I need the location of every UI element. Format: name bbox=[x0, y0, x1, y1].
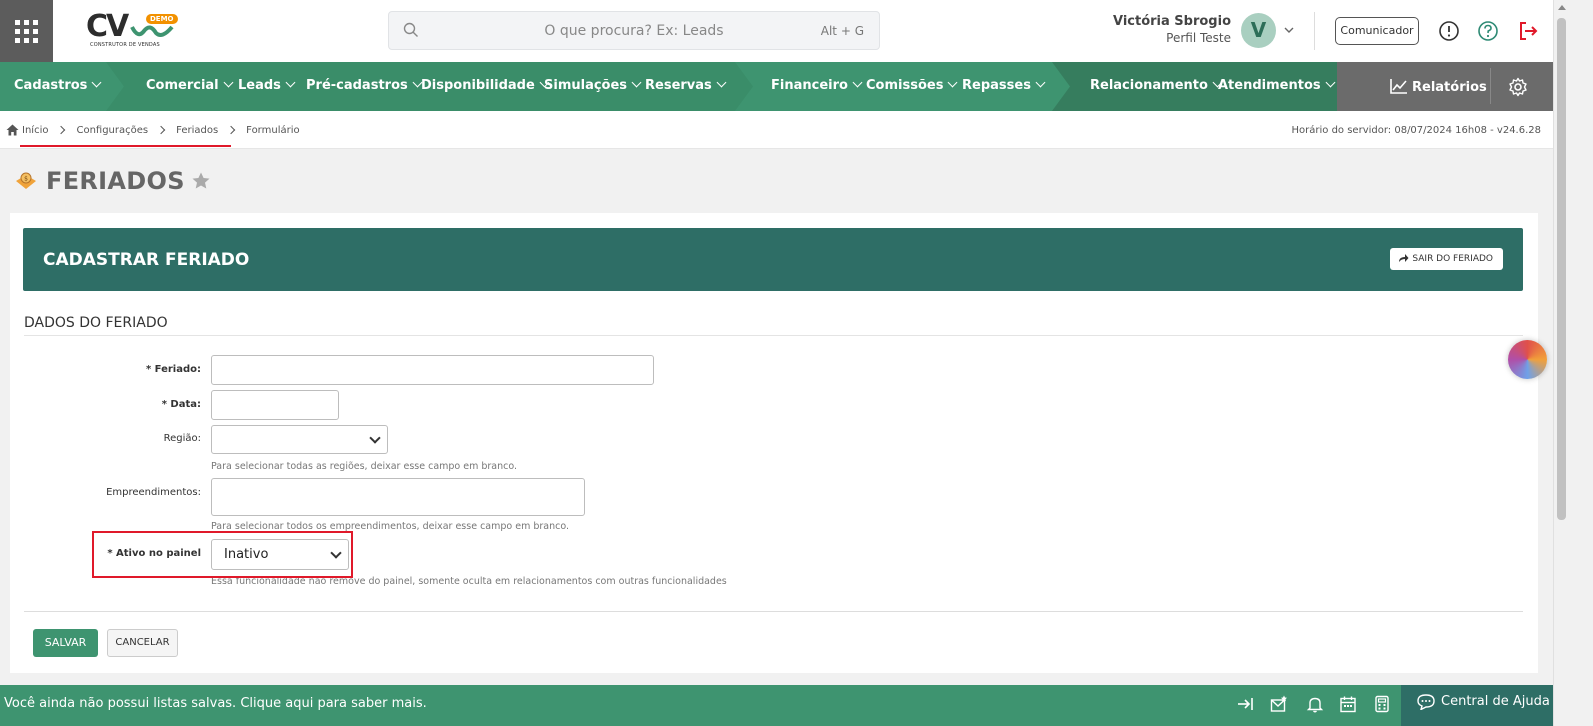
cancel-button[interactable]: CANCELAR bbox=[107, 629, 178, 657]
nav-item-reservas[interactable]: Reservas bbox=[645, 77, 727, 93]
nav-label: Comercial bbox=[146, 78, 219, 93]
regiao-select[interactable] bbox=[211, 425, 388, 454]
exit-button-label: SAIR DO FERIADO bbox=[1412, 254, 1493, 264]
breadcrumb-bar: Início Configurações Feriados Formulário… bbox=[0, 111, 1553, 149]
nav-item-disponibilidade[interactable]: Disponibilidade bbox=[421, 77, 550, 93]
calendar-icon[interactable] bbox=[1339, 695, 1357, 713]
mail-star-icon[interactable] bbox=[1270, 695, 1288, 713]
exit-button[interactable]: SAIR DO FERIADO bbox=[1390, 248, 1503, 270]
communicator-button[interactable]: Comunicador bbox=[1335, 17, 1419, 45]
card-title: CADASTRAR FERIADO bbox=[43, 250, 250, 270]
logo-demo-badge: DEMO bbox=[146, 14, 178, 24]
top-bar: CV DEMO CONSTRUTOR DE VENDAS O que procu… bbox=[0, 0, 1553, 62]
nav-label: Cadastros bbox=[14, 78, 88, 93]
nav-label: Disponibilidade bbox=[421, 78, 535, 93]
nav-label: Repasses bbox=[962, 78, 1031, 93]
help-center-label: Central de Ajuda bbox=[1441, 694, 1550, 709]
chevron-down-icon bbox=[369, 432, 381, 444]
chart-line-icon bbox=[1390, 79, 1407, 94]
save-button[interactable]: SALVAR bbox=[33, 629, 98, 657]
nav-label: Financeiro bbox=[771, 78, 848, 93]
breadcrumb-item-inicio[interactable]: Início bbox=[22, 125, 48, 136]
search-placeholder: O que procura? Ex: Leads bbox=[544, 23, 724, 39]
calendar-holiday-icon: $ bbox=[16, 172, 36, 189]
help-center-button[interactable]: Central de Ajuda bbox=[1401, 685, 1553, 726]
nav-label: Leads bbox=[238, 78, 281, 93]
nav-item-repasses[interactable]: Repasses bbox=[962, 77, 1046, 93]
nav-label: Reservas bbox=[645, 78, 712, 93]
calculator-icon[interactable] bbox=[1373, 695, 1391, 713]
share-arrow-icon bbox=[1399, 254, 1409, 262]
divider bbox=[24, 611, 1523, 612]
bottom-bar: Você ainda não possui listas salvas. Cli… bbox=[0, 685, 1553, 726]
nav-label: Relatórios bbox=[1412, 80, 1487, 95]
star-icon[interactable] bbox=[191, 171, 211, 191]
home-icon[interactable] bbox=[6, 124, 19, 136]
page-header: $ FERIADOS bbox=[14, 167, 211, 195]
nav-item-relatorios[interactable]: Relatórios bbox=[1390, 78, 1487, 95]
breadcrumb: Início Configurações Feriados Formulário bbox=[6, 124, 300, 136]
nav-item-financeiro[interactable]: Financeiro bbox=[771, 77, 863, 93]
empreendimentos-label: Empreendimentos: bbox=[106, 487, 201, 498]
nav-item-comissoes[interactable]: Comissões bbox=[866, 77, 958, 93]
regiao-help: Para selecionar todas as regiões, deixar… bbox=[211, 461, 518, 472]
logo-subtitle: CONSTRUTOR DE VENDAS bbox=[90, 42, 160, 48]
info-icon[interactable] bbox=[1438, 20, 1460, 42]
scroll-thumb[interactable] bbox=[1557, 18, 1566, 520]
annotation-highlight-box bbox=[92, 531, 353, 578]
nav-item-comercial[interactable]: Comercial bbox=[146, 77, 234, 93]
gear-icon[interactable] bbox=[1508, 77, 1528, 97]
logo[interactable]: CV DEMO CONSTRUTOR DE VENDAS bbox=[86, 10, 178, 52]
avatar[interactable]: V bbox=[1241, 13, 1276, 48]
server-time: Horário do servidor: 08/07/2024 16h08 - … bbox=[1291, 125, 1541, 136]
scroll-up-icon[interactable] bbox=[1558, 5, 1566, 10]
nav-item-simulacoes[interactable]: Simulações bbox=[544, 77, 642, 93]
nav-item-relacionamento[interactable]: Relacionamento bbox=[1090, 77, 1223, 93]
apps-menu-icon[interactable] bbox=[0, 0, 53, 62]
scrollbar[interactable] bbox=[1553, 0, 1568, 726]
svg-text:$: $ bbox=[24, 176, 28, 183]
nav-label: Pré-cadastros bbox=[306, 78, 408, 93]
data-label: * Data: bbox=[161, 399, 201, 410]
collapse-right-icon[interactable] bbox=[1236, 695, 1254, 713]
nav-label: Simulações bbox=[544, 78, 628, 93]
nav-item-cadastros[interactable]: Cadastros bbox=[14, 77, 102, 93]
card-header: CADASTRAR FERIADO SAIR DO FERIADO bbox=[23, 228, 1523, 291]
feriado-label: * Feriado: bbox=[145, 364, 201, 375]
breadcrumb-item-configuracoes[interactable]: Configurações bbox=[76, 125, 148, 136]
nav-item-leads[interactable]: Leads bbox=[238, 77, 296, 93]
nav-label: Comissões bbox=[866, 78, 944, 93]
search-input[interactable]: O que procura? Ex: Leads Alt + G bbox=[388, 11, 880, 50]
data-input[interactable] bbox=[211, 390, 339, 420]
section-title: DADOS DO FERIADO bbox=[24, 315, 168, 331]
help-icon[interactable] bbox=[1477, 20, 1499, 42]
logout-icon[interactable] bbox=[1517, 20, 1539, 42]
logo-wave-icon bbox=[130, 25, 174, 37]
user-name: Victória Sbrogio bbox=[1112, 14, 1231, 29]
regiao-label: Região: bbox=[163, 433, 201, 444]
nav-label: Relacionamento bbox=[1090, 78, 1208, 93]
nav-label: Atendimentos bbox=[1218, 78, 1321, 93]
saved-lists-message[interactable]: Você ainda não possui listas salvas. Cli… bbox=[4, 696, 427, 711]
divider bbox=[1490, 68, 1491, 104]
divider bbox=[1314, 12, 1315, 50]
chat-bubble-icon bbox=[1417, 694, 1435, 710]
page-title: FERIADOS bbox=[46, 167, 185, 195]
feriado-input[interactable] bbox=[211, 355, 654, 385]
assistant-orb-icon[interactable] bbox=[1508, 340, 1547, 379]
divider bbox=[24, 335, 1523, 336]
breadcrumb-item-formulario: Formulário bbox=[246, 124, 300, 136]
nav-item-pre-cadastros[interactable]: Pré-cadastros bbox=[306, 77, 423, 93]
annotation-underline bbox=[20, 145, 231, 147]
chevron-down-icon[interactable] bbox=[1283, 24, 1295, 36]
bell-icon[interactable] bbox=[1306, 695, 1324, 713]
user-profile: Perfil Teste bbox=[1166, 31, 1231, 45]
user-info[interactable]: Victória Sbrogio Perfil Teste bbox=[1113, 14, 1231, 45]
breadcrumb-item-feriados[interactable]: Feriados bbox=[176, 125, 218, 136]
logo-text: CV bbox=[86, 9, 129, 44]
empreendimentos-input[interactable] bbox=[211, 478, 585, 516]
search-shortcut: Alt + G bbox=[820, 24, 864, 38]
nav-item-atendimentos[interactable]: Atendimentos bbox=[1218, 77, 1336, 93]
